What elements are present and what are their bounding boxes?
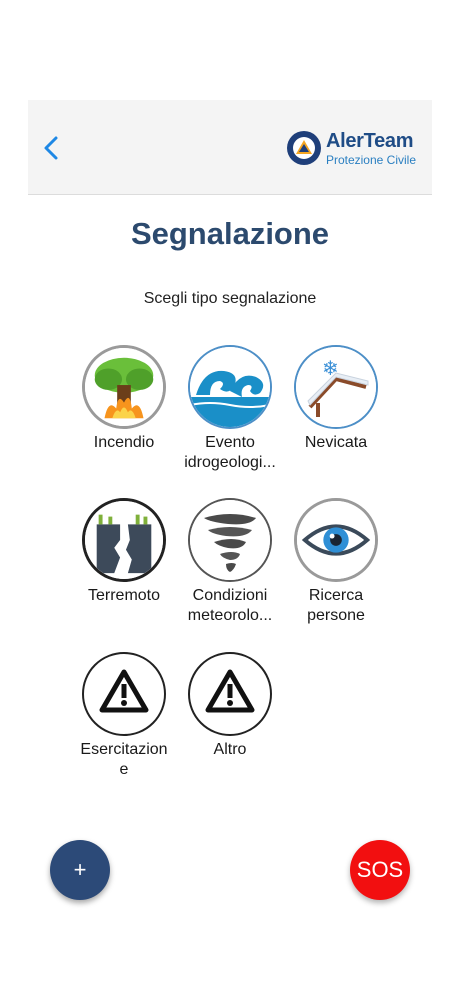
report-type-label: Esercitazion e — [80, 741, 168, 778]
sos-button[interactable]: SOS — [350, 840, 410, 900]
report-type-ricerca-persone[interactable]: Ricerca persone — [283, 498, 389, 626]
earthquake-icon — [82, 498, 166, 582]
page-title: Segnalazione — [130, 216, 330, 251]
report-type-esercitazione[interactable]: Esercitazion e — [71, 652, 177, 780]
warning-icon — [188, 652, 272, 736]
fire-icon — [82, 345, 166, 429]
report-type-altro[interactable]: Altro — [177, 652, 283, 760]
report-type-evento-idrogeologico[interactable]: Evento idrogeologi... — [177, 345, 283, 473]
warning-icon — [82, 652, 166, 736]
report-screen: AlerTeam Protezione Civile Segnalazione … — [0, 0, 460, 996]
eye-icon — [294, 498, 378, 582]
report-type-label: Altro — [213, 741, 247, 758]
report-type-label: Evento idrogeologi... — [184, 434, 276, 471]
report-type-incendio[interactable]: Incendio — [71, 345, 177, 453]
report-type-condizioni-meteorologiche[interactable]: Condizioni meteorolo... — [177, 498, 283, 626]
back-button[interactable] — [36, 130, 66, 166]
report-type-label: Ricerca persone — [307, 587, 365, 624]
chevron-left-icon — [44, 136, 58, 160]
logo-name: AlerTeam — [325, 129, 414, 152]
top-bar: AlerTeam Protezione Civile — [28, 100, 432, 195]
plus-icon: + — [73, 857, 87, 882]
report-type-terremoto[interactable]: Terremoto — [71, 498, 177, 606]
report-type-nevicata[interactable]: ❄ Nevicata — [283, 345, 389, 453]
wave-icon — [188, 345, 272, 429]
report-type-label: Incendio — [93, 434, 155, 451]
civil-protection-emblem-icon — [286, 131, 321, 165]
report-type-label: Terremoto — [87, 587, 161, 604]
tornado-icon — [188, 498, 272, 582]
add-button[interactable]: + — [50, 840, 110, 900]
svg-text:❄: ❄ — [322, 356, 339, 380]
sos-label: SOS — [356, 857, 404, 882]
app-logo: AlerTeam Protezione Civile — [286, 130, 416, 166]
report-type-label: Nevicata — [304, 434, 368, 451]
snowfall-icon: ❄ — [294, 345, 378, 429]
logo-subtitle: Protezione Civile — [325, 152, 416, 167]
page-subtitle: Scegli tipo segnalazione — [143, 290, 317, 307]
report-type-label: Condizioni meteorolo... — [187, 587, 273, 624]
